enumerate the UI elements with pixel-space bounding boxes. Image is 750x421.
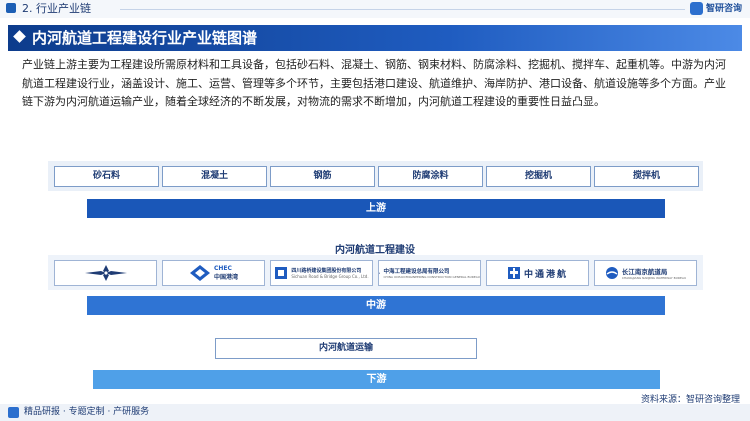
downstream-item: 内河航道运输: [215, 338, 477, 359]
footer-logo-icon: [8, 407, 19, 418]
company-logo: 长江南京航道局 CHANGJIANG NANJING WATERWAY BURE…: [594, 260, 697, 286]
upstream-label: 上游: [366, 203, 386, 214]
footer-tagline: 精品研报 · 专题定制 · 产研服务: [24, 407, 150, 417]
page-title: 内河航道工程建设行业产业链图谱: [32, 29, 258, 47]
upstream-item: 挖掘机: [486, 166, 591, 187]
midstream-label: 中游: [366, 300, 386, 311]
midstream-arrow: 中游: [87, 296, 665, 315]
company-logo: 中海工程建设总局有限公司 CHINA OCEAN ENGINEERING CON…: [378, 260, 481, 286]
company-logo: CHEC 中国港湾: [162, 260, 265, 286]
company-logo: 四川路桥建设集团股份有限公司 Sichuan Road & Bridge Gro…: [270, 260, 373, 286]
srbg-logo-icon: [275, 267, 288, 279]
upstream-item: 砂石料: [54, 166, 159, 187]
upstream-arrow: 上游: [87, 199, 665, 218]
company-logo: 中通港航: [486, 260, 589, 286]
zhongtong-logo-icon: [507, 267, 520, 279]
compass-star-logo-icon: [84, 265, 127, 281]
chec-logo-icon: [189, 265, 210, 281]
midstream-heading: 内河航道工程建设: [335, 245, 415, 256]
downstream-label: 下游: [366, 374, 387, 385]
upstream-item: 混凝土: [162, 166, 267, 187]
upstream-item: 钢筋: [270, 166, 375, 187]
cjnj-logo-icon: [605, 267, 618, 279]
section-marker-icon: [6, 3, 16, 13]
header-divider: [120, 9, 685, 10]
upstream-item: 搅拌机: [594, 166, 699, 187]
downstream-bar: 下游: [93, 370, 660, 389]
intro-paragraph: 产业链上游主要为工程建设所需原材料和工具设备，包括砂石料、混凝土、钢筋、钢束材料…: [22, 58, 726, 108]
brand-logo-icon: [690, 2, 703, 15]
cocgb-logo-icon: [379, 272, 381, 274]
company-logo: [54, 260, 157, 286]
upstream-item: 防腐涂料: [378, 166, 483, 187]
brand-name: 智研咨询: [706, 4, 743, 14]
section-label: 2. 行业产业链: [22, 2, 91, 15]
